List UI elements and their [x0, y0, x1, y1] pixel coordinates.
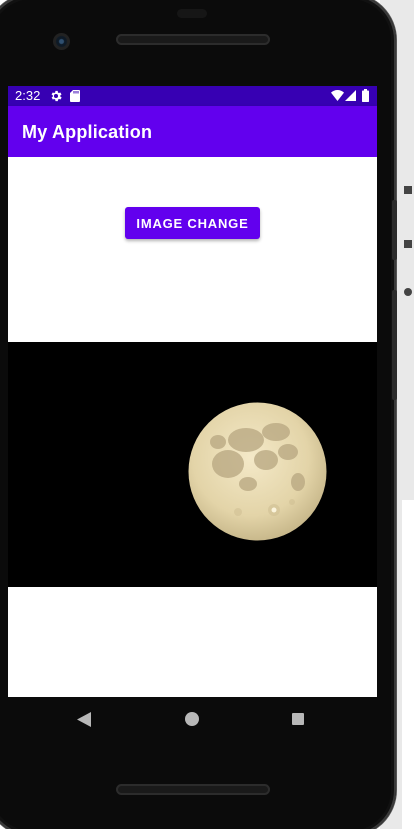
- content-area: IMAGE CHANGE: [8, 157, 377, 342]
- device-screen: 2:32 My Application IMAGE CHANGE: [8, 86, 377, 697]
- ide-panel: [402, 500, 414, 829]
- ide-marker: [404, 240, 412, 248]
- volume-button: [392, 200, 397, 260]
- signal-icon: [345, 90, 356, 101]
- power-button: [392, 290, 397, 400]
- moon-image: [188, 402, 327, 541]
- image-view: [8, 342, 377, 587]
- sdcard-icon: [70, 90, 80, 102]
- ide-marker: [404, 288, 412, 296]
- wifi-icon: [331, 90, 344, 101]
- content-bottom: [8, 587, 377, 697]
- status-time: 2:32: [15, 88, 41, 103]
- image-change-button[interactable]: IMAGE CHANGE: [125, 207, 260, 239]
- gear-icon: [51, 90, 62, 102]
- earpiece-speaker: [116, 34, 270, 45]
- app-title: My Application: [22, 122, 153, 142]
- back-icon[interactable]: [77, 712, 92, 727]
- status-bar: 2:32: [8, 86, 377, 106]
- ide-marker: [404, 186, 412, 194]
- battery-icon: [362, 89, 369, 102]
- app-bar: My Application: [8, 106, 377, 157]
- home-icon[interactable]: [185, 712, 199, 726]
- top-sensor: [177, 9, 207, 18]
- bottom-speaker: [116, 784, 270, 795]
- recents-icon[interactable]: [292, 713, 304, 725]
- front-camera: [53, 33, 70, 50]
